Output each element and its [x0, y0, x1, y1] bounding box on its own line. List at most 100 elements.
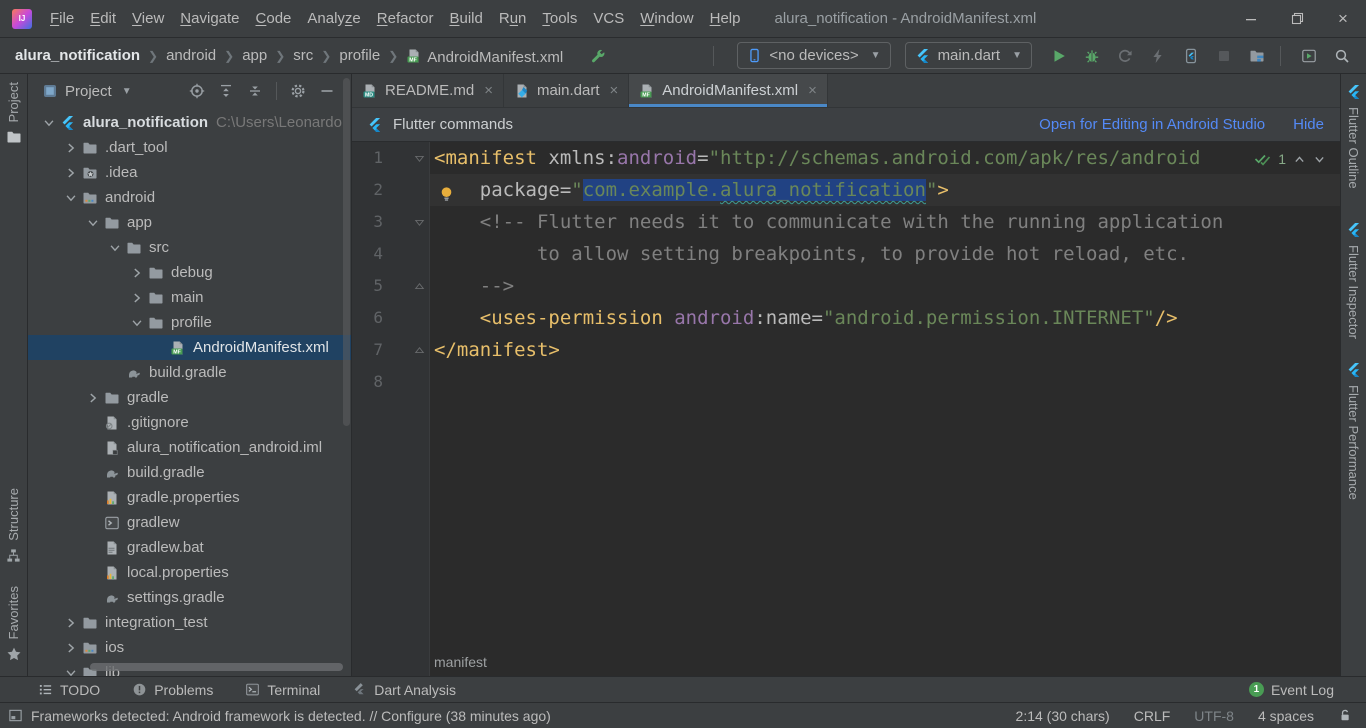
sidebar-item-flutter-outline[interactable]: Flutter Outline [1341, 84, 1366, 189]
tree-item-gradlew-bat[interactable]: gradlew.bat [28, 535, 351, 560]
chevron-right-icon[interactable] [64, 141, 78, 155]
gear-icon[interactable] [290, 83, 306, 99]
open-in-android-studio-link[interactable]: Open for Editing in Android Studio [1039, 116, 1265, 133]
run-anything-button[interactable] [1295, 42, 1323, 70]
breadcrumb-item-app[interactable]: app [241, 47, 268, 64]
breadcrumb-item-src[interactable]: src [292, 47, 314, 64]
fold-marker-icon[interactable] [408, 217, 430, 228]
hide-banner-link[interactable]: Hide [1293, 116, 1324, 133]
flutter-attach-button[interactable] [1177, 42, 1205, 70]
tree-horizontal-scrollbar[interactable] [90, 663, 343, 671]
tab-androidmanifest-xml[interactable]: MFAndroidManifest.xml× [629, 74, 828, 107]
chevron-down-icon[interactable] [86, 216, 100, 230]
profile-button[interactable] [1111, 42, 1139, 70]
menu-item-navigate[interactable]: Navigate [172, 0, 247, 38]
breadcrumb-item-profile[interactable]: profile [338, 47, 381, 64]
tree-item-build-gradle[interactable]: build.gradle [28, 360, 351, 385]
device-explorer-button[interactable] [1243, 42, 1271, 70]
chevron-down-icon[interactable] [108, 241, 122, 255]
project-panel-title[interactable]: Project [65, 83, 112, 100]
menu-item-window[interactable]: Window [632, 0, 701, 38]
flutter-wrench-icon[interactable] [590, 48, 606, 64]
menu-item-refactor[interactable]: Refactor [369, 0, 442, 38]
menu-item-file[interactable]: File [42, 0, 82, 38]
stop-button[interactable] [1210, 42, 1238, 70]
run-config-selector[interactable]: main.dart ▼ [905, 42, 1032, 69]
sidebar-item-project[interactable]: Project [0, 82, 27, 145]
search-everywhere-button[interactable] [1328, 42, 1356, 70]
tool-window-switcher-icon[interactable] [8, 708, 23, 723]
breadcrumb-item-alura-notification[interactable]: alura_notification [14, 47, 141, 64]
chevron-down-icon[interactable] [64, 666, 78, 677]
menu-item-analyze[interactable]: Analyze [299, 0, 368, 38]
breadcrumb-item-androidmanifest-xml[interactable]: MFAndroidManifest.xml [405, 46, 564, 66]
hide-panel-icon[interactable] [319, 83, 335, 99]
toolwindow-terminal[interactable]: Terminal [245, 682, 320, 698]
sidebar-item-favorites[interactable]: Favorites [0, 586, 27, 662]
tree-item-gitignore[interactable]: .gitignore [28, 410, 351, 435]
close-icon[interactable]: × [484, 82, 493, 99]
toolwindow-problems[interactable]: Problems [132, 682, 213, 698]
menu-item-edit[interactable]: Edit [82, 0, 124, 38]
encoding-indicator[interactable]: UTF-8 [1194, 708, 1234, 724]
chevron-right-icon[interactable] [64, 166, 78, 180]
debug-button[interactable] [1078, 42, 1106, 70]
hot-reload-button[interactable] [1144, 42, 1172, 70]
tree-item-android[interactable]: android [28, 185, 351, 210]
expand-all-icon[interactable] [218, 83, 234, 99]
menu-item-view[interactable]: View [124, 0, 172, 38]
menu-item-run[interactable]: Run [491, 0, 535, 38]
chevron-down-icon[interactable] [64, 191, 78, 205]
menu-item-build[interactable]: Build [441, 0, 490, 38]
run-button[interactable] [1045, 42, 1073, 70]
tree-item-app[interactable]: app [28, 210, 351, 235]
menu-item-tools[interactable]: Tools [534, 0, 585, 38]
tree-item-integration-test[interactable]: integration_test [28, 610, 351, 635]
toolwindow-todo[interactable]: TODO [38, 682, 100, 698]
sidebar-item-structure[interactable]: Structure [0, 488, 27, 563]
chevron-down-icon[interactable] [42, 116, 56, 130]
tab-readme-md[interactable]: MDREADME.md× [352, 74, 504, 107]
menu-item-code[interactable]: Code [248, 0, 300, 38]
code-editor[interactable]: 1 1<manifest xmlns:android="http://schem… [352, 142, 1340, 648]
restore-button[interactable] [1274, 0, 1320, 37]
chevron-right-icon[interactable] [64, 616, 78, 630]
fold-marker-icon[interactable] [408, 281, 430, 292]
caret-position[interactable]: 2:14 (30 chars) [1016, 708, 1110, 724]
device-selector[interactable]: <no devices> ▼ [737, 42, 890, 69]
tree-item-idea[interactable]: .idea [28, 160, 351, 185]
menu-item-vcs[interactable]: VCS [585, 0, 632, 38]
line-ending-indicator[interactable]: CRLF [1134, 708, 1171, 724]
minimize-button[interactable] [1228, 0, 1274, 37]
fold-marker-icon[interactable] [408, 345, 430, 356]
chevron-right-icon[interactable] [86, 391, 100, 405]
sidebar-item-flutter-inspector[interactable]: Flutter Inspector [1341, 222, 1366, 339]
tree-item-gradlew[interactable]: gradlew [28, 510, 351, 535]
tree-item-debug[interactable]: debug [28, 260, 351, 285]
menu-item-help[interactable]: Help [702, 0, 749, 38]
tree-item-alura-notification-android-iml[interactable]: alura_notification_android.iml [28, 435, 351, 460]
tree-item-gradle-properties[interactable]: gradle.properties [28, 485, 351, 510]
tree-item-settings-gradle[interactable]: settings.gradle [28, 585, 351, 610]
lock-icon[interactable] [1338, 708, 1352, 723]
tree-item-alura-notification[interactable]: alura_notificationC:\Users\Leonardo [28, 110, 351, 135]
tree-item-profile[interactable]: profile [28, 310, 351, 335]
chevron-down-icon[interactable]: ▼ [122, 86, 132, 97]
tree-item-gradle[interactable]: gradle [28, 385, 351, 410]
tree-item-main[interactable]: main [28, 285, 351, 310]
chevron-right-icon[interactable] [130, 291, 144, 305]
locate-file-icon[interactable] [189, 83, 205, 99]
close-icon[interactable]: × [609, 82, 618, 99]
tree-item-local-properties[interactable]: local.properties [28, 560, 351, 585]
toolwindow-dart-analysis[interactable]: Dart Analysis [352, 682, 456, 698]
tab-main-dart[interactable]: main.dart× [504, 74, 629, 107]
chevron-right-icon[interactable] [64, 641, 78, 655]
breadcrumb-item-android[interactable]: android [165, 47, 217, 64]
tree-vertical-scrollbar[interactable] [343, 78, 350, 426]
tree-item-dart-tool[interactable]: .dart_tool [28, 135, 351, 160]
sidebar-item-flutter-performance[interactable]: Flutter Performance [1341, 362, 1366, 500]
configure-link[interactable]: Configure [381, 708, 442, 724]
tree-item-build-gradle[interactable]: build.gradle [28, 460, 351, 485]
breadcrumb-manifest[interactable]: manifest [434, 654, 487, 670]
close-icon[interactable]: × [808, 82, 817, 99]
